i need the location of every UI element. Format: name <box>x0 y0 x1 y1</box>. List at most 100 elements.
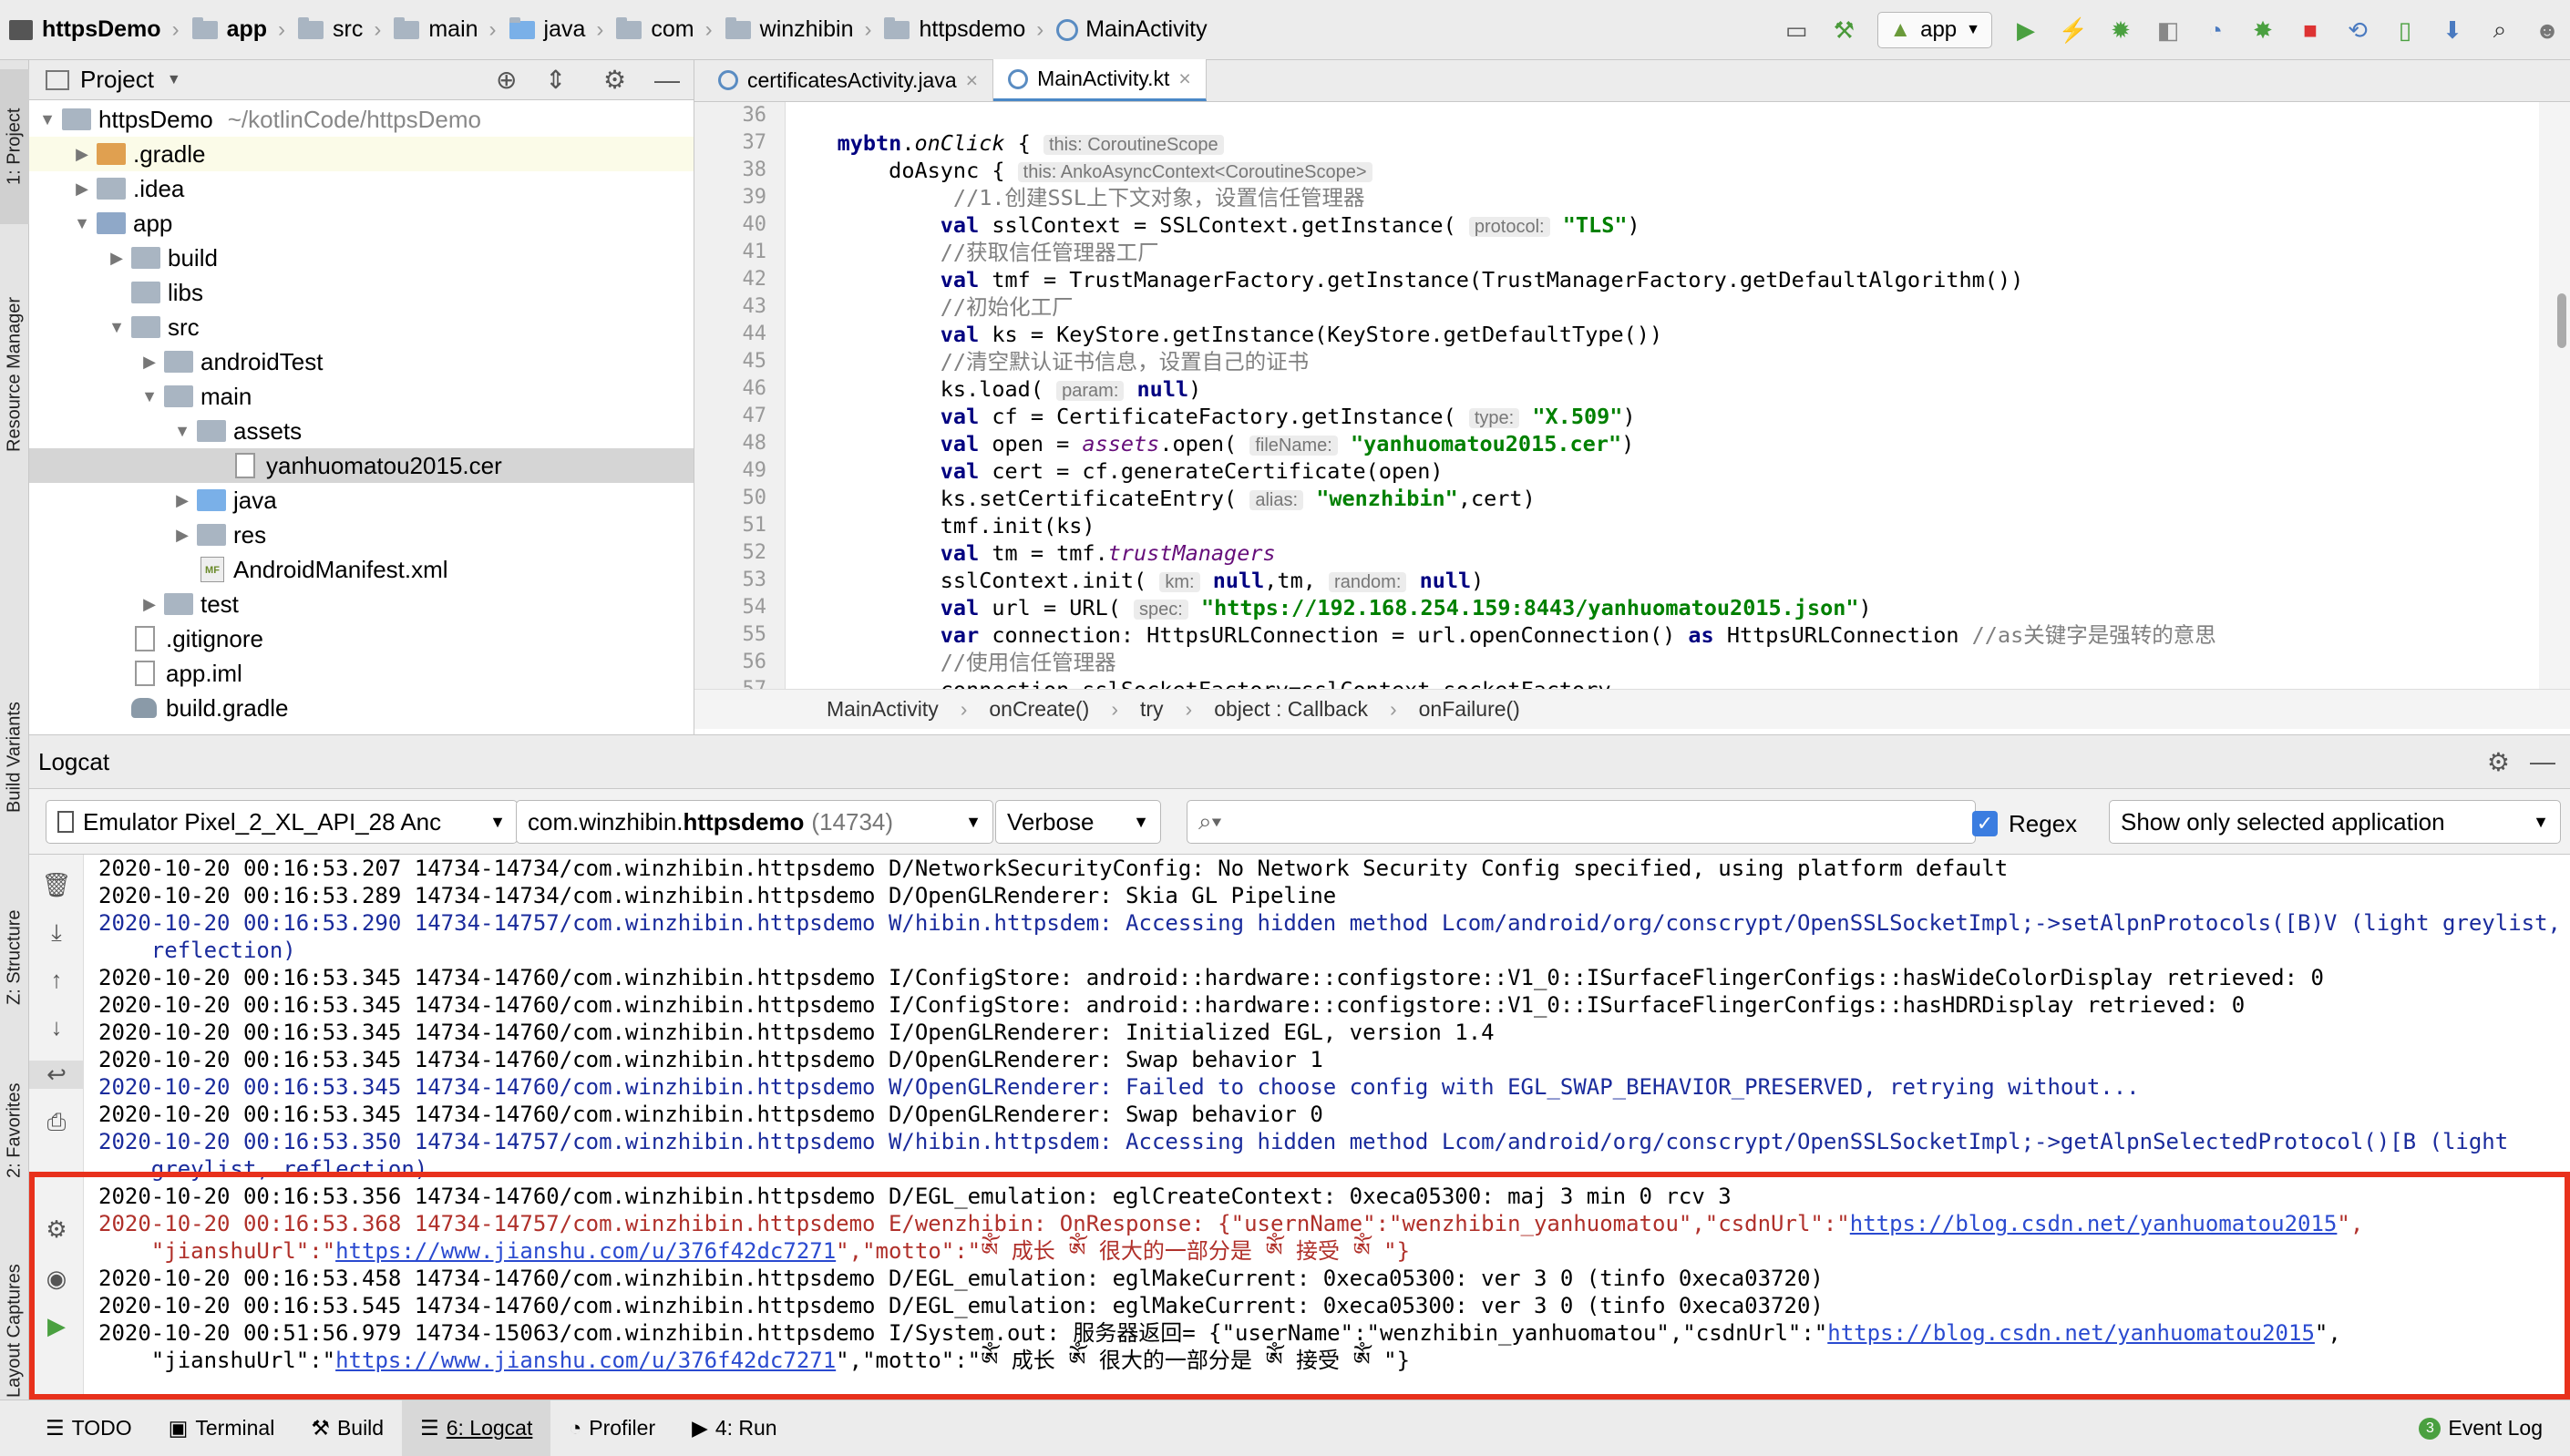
apply-changes-icon[interactable]: ⚡ <box>2059 16 2088 44</box>
tree-item-gradle[interactable]: ▶ .gradle <box>29 137 694 171</box>
breadcrumb-mainactivity[interactable]: MainActivity <box>1043 0 1208 60</box>
avd-manager-icon[interactable]: ▯ <box>2391 16 2419 44</box>
tab-profiler[interactable]: ◔ Profiler <box>550 1400 673 1456</box>
log-output[interactable]: 2020-10-20 00:16:53.207 14734-14734/com.… <box>84 855 2570 1400</box>
tab-build[interactable]: ⚒ Build <box>293 1400 402 1456</box>
log-link[interactable]: https://www.jianshu.com/u/376f42dc7271 <box>335 1348 836 1373</box>
gear-icon[interactable]: ⚙ <box>2487 747 2510 777</box>
error-stripe[interactable] <box>2539 102 2570 689</box>
tab-build-variants[interactable]: Build Variants <box>0 680 29 835</box>
trash-icon[interactable]: 🗑 <box>29 871 84 899</box>
tree-item-res[interactable]: ▶ res <box>29 518 694 552</box>
breadcrumb-java[interactable]: java › <box>497 0 603 60</box>
close-icon[interactable]: × <box>966 68 978 93</box>
breadcrumb-project[interactable]: httpsDemo › <box>9 0 180 60</box>
scroll-thumb[interactable] <box>2557 293 2566 348</box>
tree-item-test[interactable]: ▶ test <box>29 587 694 621</box>
assistant-icon[interactable]: ☻ <box>2534 16 2561 44</box>
log-link[interactable]: https://www.jianshu.com/u/376f42dc7271 <box>335 1238 836 1264</box>
breadcrumb-app[interactable]: app › <box>180 0 285 60</box>
layout-icon[interactable]: ▭ <box>1783 16 1810 44</box>
tree-item-libs[interactable]: libs <box>29 275 694 310</box>
log-link[interactable]: https://blog.csdn.net/yanhuomatou2015 <box>1850 1211 2338 1236</box>
arrow-up-icon[interactable]: ↑ <box>29 966 84 994</box>
tab-favorites[interactable]: 2: Favorites <box>0 1062 29 1199</box>
code-token: doAsync { <box>786 158 1018 183</box>
device-selector[interactable]: Emulator Pixel_2_XL_API_28 Anc ▼ <box>46 800 518 844</box>
tree-item-build[interactable]: ▶ build <box>29 241 694 275</box>
search-icon[interactable]: ⌕ <box>2486 15 2513 44</box>
chevron-down-icon[interactable]: ▼ <box>167 72 181 88</box>
tree-item-src[interactable]: ▼ src <box>29 310 694 344</box>
tree-item-idea[interactable]: ▶ .idea <box>29 171 694 206</box>
project-view-icon <box>46 69 69 90</box>
tab-structure[interactable]: Z: Structure <box>0 889 29 1026</box>
hammer-icon[interactable]: ⚒ <box>1830 16 1857 44</box>
run-config-dropdown[interactable]: ▲ app ▼ <box>1877 12 1992 48</box>
close-icon[interactable]: × <box>1178 67 1190 91</box>
crumb-class[interactable]: MainActivity <box>827 697 939 722</box>
log-link[interactable]: https://blog.csdn.net/yanhuomatou2015 <box>1827 1320 2315 1346</box>
collapse-all-icon[interactable]: ⇕ <box>545 65 566 95</box>
tree-item-build-gradle[interactable]: build.gradle <box>29 691 694 725</box>
tree-item-manifest[interactable]: MF AndroidManifest.xml <box>29 552 694 587</box>
attach-debugger-icon[interactable]: ✸ <box>2249 16 2277 44</box>
breadcrumb-httpsdemo[interactable]: httpsdemo › <box>871 0 1043 60</box>
tab-todo[interactable]: ☰ TODO <box>27 1400 150 1456</box>
breadcrumb-com[interactable]: com › <box>603 0 713 60</box>
gear-icon[interactable]: ⚙ <box>29 1215 84 1244</box>
tree-item-gitignore[interactable]: .gitignore <box>29 621 694 656</box>
log-search-input[interactable]: ⌕▾ <box>1187 800 1976 844</box>
tab-logcat[interactable]: ☰ 6: Logcat <box>402 1400 551 1456</box>
crumb-method[interactable]: onCreate() <box>989 697 1089 722</box>
screen-record-icon[interactable]: ▶ <box>29 1312 84 1340</box>
breadcrumb-winzhibin[interactable]: winzhibin › <box>713 0 871 60</box>
debug-icon[interactable]: ✹ <box>2107 16 2134 44</box>
print-icon[interactable]: ⎙ <box>29 1108 84 1137</box>
tab-main-activity[interactable]: MainActivity.kt × <box>993 59 1207 101</box>
crumb-object[interactable]: object : Callback <box>1214 697 1368 722</box>
coverage-icon[interactable]: ◧ <box>2154 16 2182 44</box>
log-level-selector[interactable]: Verbose ▼ <box>995 800 1161 844</box>
tab-certificates-activity[interactable]: certificatesActivity.java × <box>704 59 994 101</box>
tree-item-root[interactable]: ▼ httpsDemo ~/kotlinCode/httpsDemo <box>29 102 694 137</box>
arrow-down-icon[interactable]: ↓ <box>29 1013 84 1041</box>
gear-icon[interactable]: ⚙ <box>603 65 626 95</box>
regex-checkbox[interactable]: ✓ Regex <box>1972 805 2077 842</box>
crumb-try[interactable]: try <box>1140 697 1164 722</box>
tab-resource-manager[interactable]: Resource Manager <box>0 279 29 470</box>
sync-gradle-icon[interactable]: ⟲ <box>2344 16 2371 44</box>
tab-project[interactable]: 1: Project <box>0 69 29 224</box>
tree-item-app[interactable]: ▼ app <box>29 206 694 241</box>
breadcrumb-main[interactable]: main › <box>381 0 497 60</box>
profile-icon[interactable]: ◔ <box>2202 16 2229 44</box>
locate-icon[interactable]: ⊕ <box>496 65 517 95</box>
camera-icon[interactable]: ◉ <box>29 1265 84 1293</box>
tree-item-assets[interactable]: ▼ assets <box>29 414 694 448</box>
tree-item-cer-file[interactable]: yanhuomatou2015.cer <box>29 448 694 483</box>
tree-item-app-iml[interactable]: app.iml <box>29 656 694 691</box>
soft-wrap-icon[interactable]: ↩ <box>29 1061 84 1089</box>
minimize-icon[interactable]: — <box>654 66 680 95</box>
code-token: connection.sslSocketFactory=sslContext.s… <box>786 677 1611 689</box>
tab-layout-captures[interactable]: Layout Captures <box>0 1254 29 1409</box>
minimize-icon[interactable]: — <box>2530 747 2555 776</box>
filter-selector[interactable]: Show only selected application ▼ <box>2109 800 2561 844</box>
tree-item-main[interactable]: ▼ main <box>29 379 694 414</box>
tree-item-androidtest[interactable]: ▶ androidTest <box>29 344 694 379</box>
project-view-selector[interactable]: Project <box>80 66 154 94</box>
tree-item-java[interactable]: ▶ java <box>29 483 694 518</box>
code-token: null <box>1212 568 1265 593</box>
crumb-onfailure[interactable]: onFailure() <box>1419 697 1520 722</box>
process-selector[interactable]: com.winzhibin. httpsdemo (14734) ▼ <box>516 800 993 844</box>
code-area[interactable]: mybtn.onClick { this: CoroutineScope doA… <box>786 102 2499 689</box>
tab-terminal[interactable]: ▣ Terminal <box>150 1400 293 1456</box>
sdk-manager-icon[interactable]: ⬇ <box>2439 16 2466 44</box>
tab-event-log[interactable]: 3 Event Log <box>2400 1400 2561 1456</box>
stop-icon[interactable]: ■ <box>2297 16 2324 44</box>
run-icon[interactable]: ▶ <box>2012 16 2040 44</box>
tab-run[interactable]: ▶ 4: Run <box>673 1400 795 1456</box>
scroll-to-end-icon[interactable]: ⤓ <box>29 918 84 948</box>
breadcrumb-src[interactable]: src › <box>285 0 381 60</box>
